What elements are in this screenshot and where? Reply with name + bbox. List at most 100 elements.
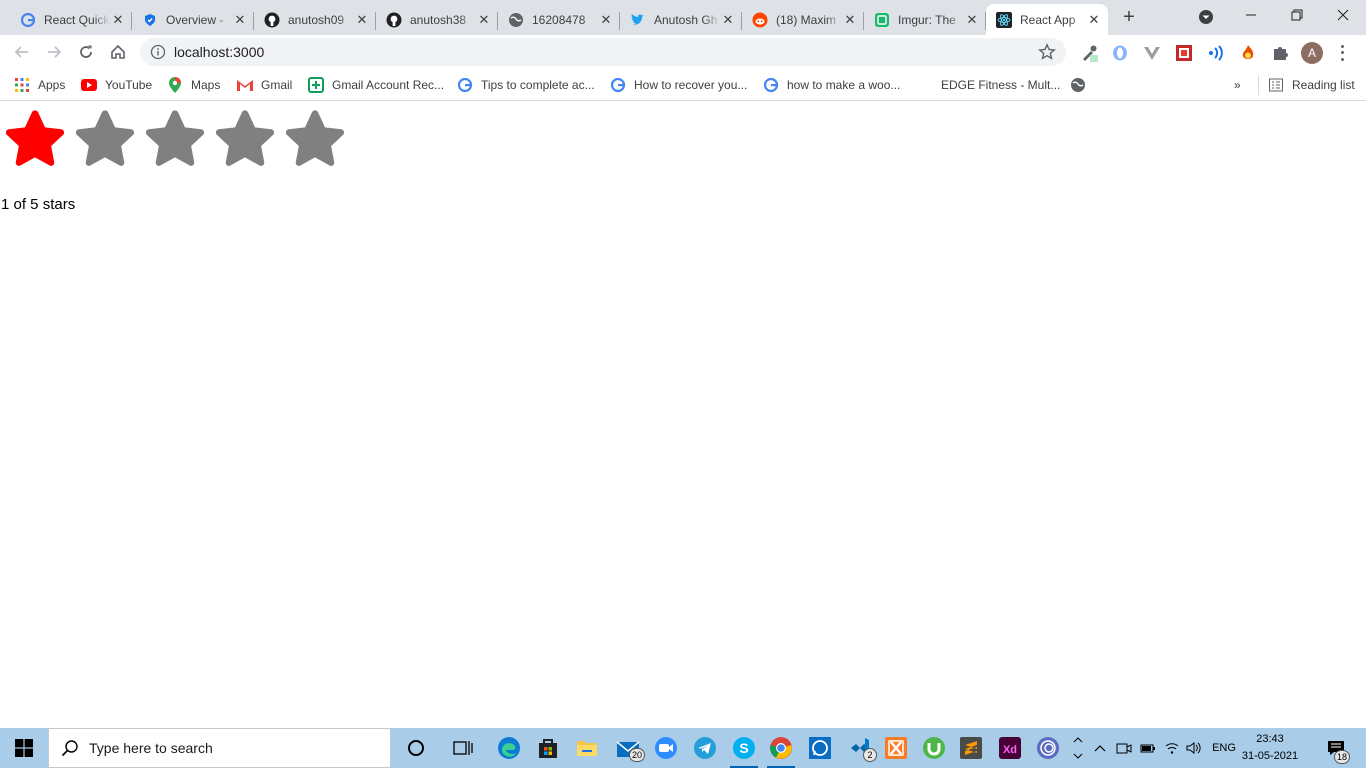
- taskbar-vscode[interactable]: 2: [840, 728, 880, 768]
- taskbar-telegram[interactable]: [685, 728, 725, 768]
- taskbar-search-box[interactable]: Type here to search: [48, 728, 391, 768]
- star-5-button[interactable]: [280, 104, 350, 174]
- action-center-button[interactable]: 18: [1316, 728, 1356, 768]
- bookmark-label: Gmail Account Rec...: [332, 78, 445, 92]
- taskbar-xampp[interactable]: [876, 728, 916, 768]
- opera-extension-icon[interactable]: [1111, 44, 1129, 62]
- bookmark-how-to-recover[interactable]: How to recover you...: [610, 75, 747, 95]
- close-icon[interactable]: ✕: [110, 12, 126, 28]
- tray-battery[interactable]: [1138, 728, 1158, 768]
- more-bookmarks-button[interactable]: »: [1234, 75, 1241, 95]
- close-icon[interactable]: ✕: [598, 12, 614, 28]
- colorzilla-extension-icon[interactable]: [1175, 44, 1193, 62]
- tab-overview[interactable]: Overview - ✕: [132, 4, 254, 35]
- bookmark-label: Maps: [191, 78, 221, 92]
- chevron-down-icon: [1073, 753, 1083, 759]
- tab-twitter[interactable]: Anutosh Gh ✕: [620, 4, 742, 35]
- taskbar-skype[interactable]: S: [724, 728, 764, 768]
- vue-devtools-icon[interactable]: [1143, 44, 1161, 62]
- browser-menu-icon[interactable]: [1334, 43, 1350, 63]
- show-hidden-icons-button[interactable]: [1090, 728, 1110, 768]
- search-icon: [61, 739, 79, 757]
- bookmark-edge-fitness[interactable]: EDGE Fitness - Mult...: [917, 75, 1060, 95]
- url-text[interactable]: localhost:3000: [174, 44, 1038, 60]
- bookmark-star-icon[interactable]: [1038, 43, 1056, 61]
- reload-button[interactable]: [74, 40, 98, 64]
- bookmark-how-to-make[interactable]: how to make a woo...: [763, 75, 900, 95]
- tab-imgur[interactable]: Imgur: The ✕: [864, 4, 986, 35]
- taskbar-utorrent[interactable]: [914, 728, 954, 768]
- edge-icon: [498, 737, 520, 759]
- taskbar-edge[interactable]: [489, 728, 529, 768]
- close-icon[interactable]: ✕: [354, 12, 370, 28]
- tab-reddit[interactable]: (18) Maxim ✕: [742, 4, 864, 35]
- close-icon[interactable]: ✕: [232, 12, 248, 28]
- taskbar-chrome[interactable]: [761, 728, 801, 768]
- extensions-puzzle-icon[interactable]: [1271, 44, 1289, 62]
- bookmark-globe[interactable]: [1070, 75, 1094, 95]
- home-button[interactable]: [106, 40, 130, 64]
- back-button[interactable]: [10, 40, 34, 64]
- info-icon[interactable]: [150, 44, 166, 60]
- tray-wifi[interactable]: [1162, 728, 1182, 768]
- bookmark-maps[interactable]: Maps: [167, 75, 220, 95]
- bookmark-apps[interactable]: Apps: [14, 75, 65, 95]
- close-icon[interactable]: ✕: [842, 12, 858, 28]
- taskbar-file-explorer[interactable]: [567, 728, 607, 768]
- star-1-button[interactable]: [0, 104, 70, 174]
- profile-avatar[interactable]: A: [1301, 42, 1323, 64]
- star-3-button[interactable]: [140, 104, 210, 174]
- taskbar-store[interactable]: [528, 728, 568, 768]
- google-g-icon: [20, 12, 36, 28]
- restore-button[interactable]: [1274, 0, 1320, 30]
- bookmark-gmail-account-recovery[interactable]: Gmail Account Rec...: [308, 75, 444, 95]
- wifi-extension-icon[interactable]: [1207, 44, 1225, 62]
- bookmark-label: how to make a woo...: [787, 78, 901, 92]
- new-tab-button[interactable]: +: [1118, 6, 1140, 28]
- task-view-button[interactable]: [443, 728, 483, 768]
- tray-meet-now[interactable]: [1114, 728, 1134, 768]
- tab-title: Overview -: [166, 12, 224, 27]
- taskbar-clock[interactable]: 23:43 31-05-2021: [1240, 731, 1300, 765]
- taskbar-app-swirl[interactable]: [1028, 728, 1068, 768]
- cortana-button[interactable]: [396, 728, 436, 768]
- close-icon[interactable]: ✕: [720, 12, 736, 28]
- clock-date: 31-05-2021: [1241, 750, 1299, 762]
- reading-list-button[interactable]: Reading list: [1258, 75, 1355, 95]
- bookmark-youtube[interactable]: YouTube: [81, 75, 152, 95]
- tab-react-app[interactable]: React App ✕: [986, 4, 1108, 35]
- tab-search-icon[interactable]: [1197, 8, 1215, 26]
- star-4-button[interactable]: [210, 104, 280, 174]
- star-2-button[interactable]: [70, 104, 140, 174]
- globe-icon: [1070, 77, 1086, 93]
- tab-github-anutosh09[interactable]: anutosh09 ✕: [254, 4, 376, 35]
- taskbar-mail[interactable]: 20: [608, 728, 648, 768]
- globe-icon: [508, 12, 524, 28]
- tray-language[interactable]: ENG: [1208, 728, 1240, 768]
- fire-extension-icon[interactable]: [1239, 44, 1257, 62]
- swirl-app-icon: [1037, 737, 1059, 759]
- taskbar-zoom[interactable]: [646, 728, 686, 768]
- start-button[interactable]: [0, 728, 48, 768]
- taskbar-adobe-xd[interactable]: Xd: [990, 728, 1030, 768]
- youtube-icon: [81, 77, 97, 93]
- bookmark-gmail[interactable]: Gmail: [237, 75, 292, 95]
- taskbar-whatsapp[interactable]: [800, 728, 840, 768]
- bookmark-label: Apps: [38, 78, 66, 92]
- tab-react-quick-start[interactable]: React Quick Start ✕: [10, 4, 132, 35]
- tray-scroll[interactable]: [1071, 728, 1085, 768]
- xampp-icon: [885, 737, 907, 759]
- forward-button[interactable]: [42, 40, 66, 64]
- tab-162084789[interactable]: 16208478 ✕: [498, 4, 620, 35]
- eyedropper-extension-icon[interactable]: [1080, 44, 1098, 62]
- tab-github-anutosh38[interactable]: anutosh38 ✕: [376, 4, 498, 35]
- close-icon[interactable]: ✕: [1086, 12, 1102, 28]
- tray-volume[interactable]: [1184, 728, 1204, 768]
- close-window-button[interactable]: [1320, 0, 1366, 30]
- taskbar-sublime[interactable]: [951, 728, 991, 768]
- address-bar[interactable]: localhost:3000: [140, 38, 1066, 66]
- minimize-button[interactable]: [1228, 0, 1274, 30]
- close-icon[interactable]: ✕: [476, 12, 492, 28]
- close-icon[interactable]: ✕: [964, 12, 980, 28]
- bookmark-tips-to-complete[interactable]: Tips to complete ac...: [457, 75, 595, 95]
